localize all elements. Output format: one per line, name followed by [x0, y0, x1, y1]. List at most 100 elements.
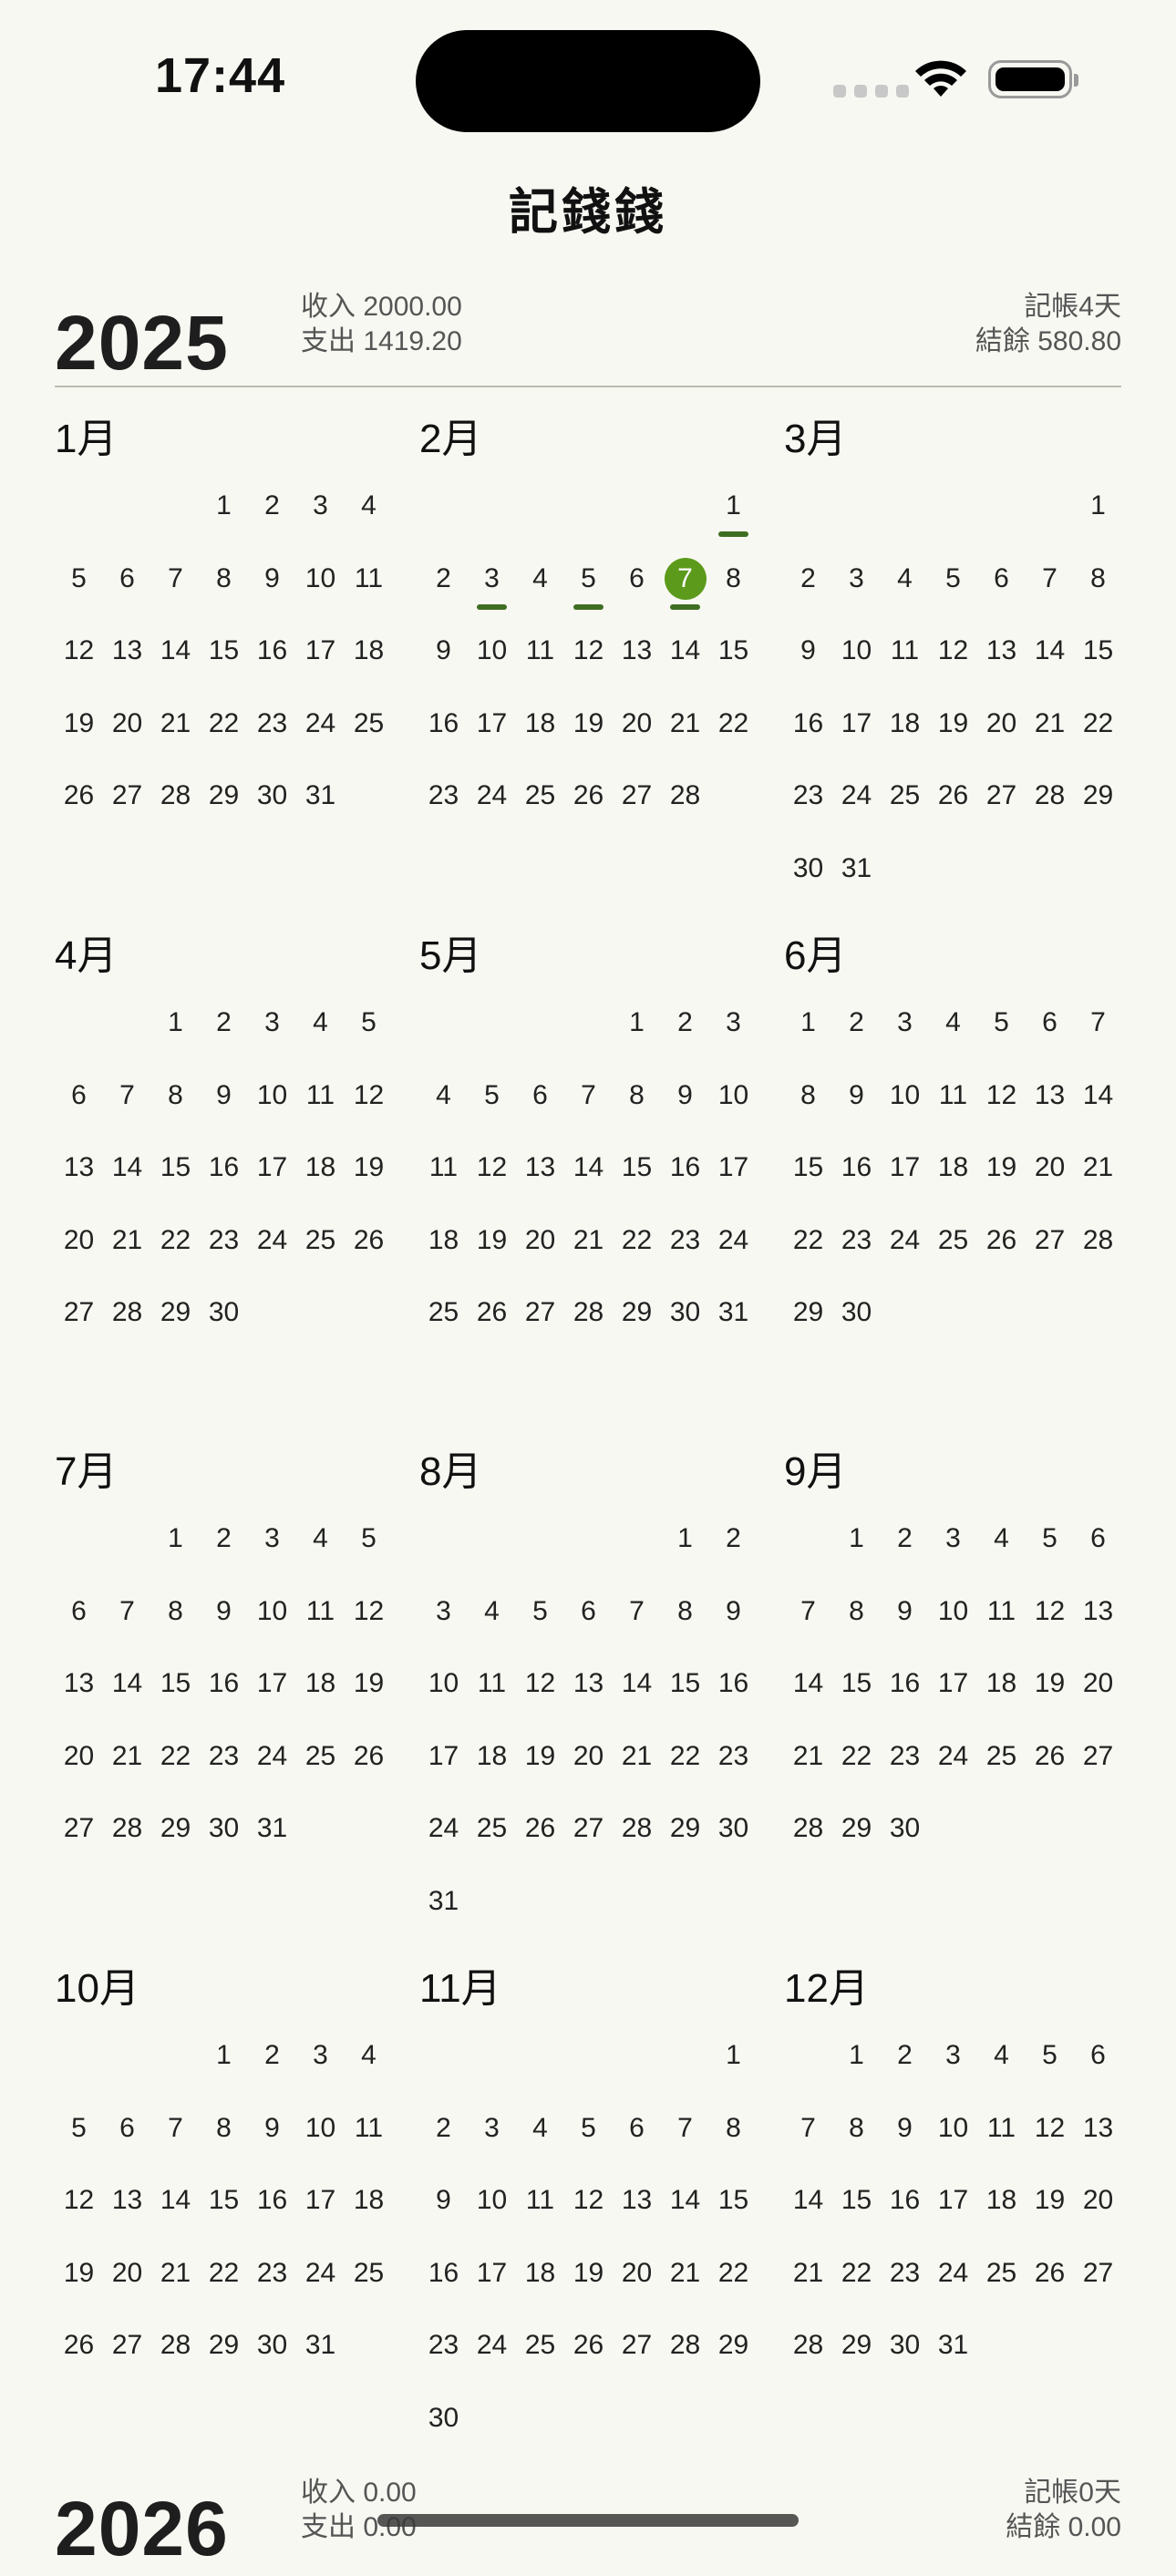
- day-cell[interactable]: 11: [881, 623, 929, 678]
- day-cell[interactable]: 20: [1074, 2173, 1122, 2228]
- day-cell[interactable]: 15: [832, 2173, 881, 2228]
- day-cell[interactable]: 14: [1074, 1068, 1122, 1123]
- day-cell[interactable]: 20: [1074, 1656, 1122, 1711]
- day-cell[interactable]: 8: [709, 2101, 758, 2156]
- day-cell[interactable]: 27: [613, 768, 661, 823]
- day-cell[interactable]: 29: [709, 2318, 758, 2373]
- day-cell[interactable]: 2: [784, 551, 832, 606]
- day-cell[interactable]: 17: [419, 1729, 468, 1784]
- day-cell[interactable]: 18: [929, 1140, 977, 1195]
- day-cell[interactable]: 7: [784, 1584, 832, 1639]
- day-cell[interactable]: 3: [248, 1511, 296, 1566]
- day-cell[interactable]: 22: [709, 696, 758, 751]
- day-cell[interactable]: 30: [248, 768, 296, 823]
- day-cell[interactable]: 2: [661, 995, 709, 1050]
- day-cell[interactable]: 28: [784, 1801, 832, 1856]
- day-cell[interactable]: 22: [200, 696, 248, 751]
- day-cell[interactable]: 14: [1026, 623, 1074, 678]
- day-cell[interactable]: 29: [200, 2318, 248, 2373]
- day-cell[interactable]: 9: [248, 2101, 296, 2156]
- day-cell[interactable]: 7: [613, 1584, 661, 1639]
- day-cell[interactable]: 14: [661, 2173, 709, 2228]
- day-cell[interactable]: 21: [784, 2246, 832, 2301]
- day-cell[interactable]: 3: [881, 995, 929, 1050]
- day-cell[interactable]: 10: [468, 2173, 516, 2228]
- day-cell[interactable]: 6: [103, 551, 151, 606]
- day-cell[interactable]: 20: [103, 696, 151, 751]
- day-cell[interactable]: 24: [248, 1729, 296, 1784]
- day-cell[interactable]: 6: [564, 1584, 613, 1639]
- day-cell[interactable]: 11: [296, 1068, 345, 1123]
- day-cell[interactable]: 23: [419, 768, 468, 823]
- day-cell[interactable]: 2: [881, 1511, 929, 1566]
- day-cell[interactable]: 6: [977, 551, 1026, 606]
- day-cell[interactable]: 8: [200, 551, 248, 606]
- day-cell[interactable]: 15: [709, 2173, 758, 2228]
- day-cell[interactable]: 5: [1026, 1511, 1074, 1566]
- day-cell[interactable]: 13: [613, 2173, 661, 2228]
- day-cell[interactable]: 25: [516, 2318, 564, 2373]
- day-cell[interactable]: 8: [832, 1584, 881, 1639]
- day-cell[interactable]: 11: [419, 1140, 468, 1195]
- day-cell[interactable]: 22: [1074, 696, 1122, 751]
- day-cell[interactable]: 11: [516, 2173, 564, 2228]
- day-cell[interactable]: 22: [832, 1729, 881, 1784]
- day-cell[interactable]: 28: [564, 1285, 613, 1340]
- day-cell[interactable]: 4: [419, 1068, 468, 1123]
- day-cell[interactable]: 1: [151, 1511, 200, 1566]
- day-cell[interactable]: 6: [55, 1068, 103, 1123]
- day-cell[interactable]: 16: [832, 1140, 881, 1195]
- day-cell[interactable]: 9: [784, 623, 832, 678]
- day-cell[interactable]: 21: [661, 2246, 709, 2301]
- day-cell[interactable]: 22: [709, 2246, 758, 2301]
- day-cell[interactable]: 27: [564, 1801, 613, 1856]
- day-cell[interactable]: 18: [881, 696, 929, 751]
- day-cell[interactable]: 2: [832, 995, 881, 1050]
- day-cell[interactable]: 23: [200, 1213, 248, 1268]
- day-cell[interactable]: 7: [661, 2101, 709, 2156]
- day-cell[interactable]: 18: [977, 2173, 1026, 2228]
- home-indicator[interactable]: [377, 2514, 799, 2527]
- day-cell[interactable]: 13: [1074, 2101, 1122, 2156]
- day-cell[interactable]: 10: [296, 2101, 345, 2156]
- day-cell[interactable]: 19: [55, 2246, 103, 2301]
- day-cell[interactable]: 12: [345, 1068, 393, 1123]
- day-cell[interactable]: 1: [200, 2028, 248, 2083]
- day-cell[interactable]: 16: [419, 2246, 468, 2301]
- day-cell[interactable]: 15: [200, 2173, 248, 2228]
- day-cell[interactable]: 12: [55, 2173, 103, 2228]
- day-cell[interactable]: 17: [296, 623, 345, 678]
- day-cell[interactable]: 4: [468, 1584, 516, 1639]
- day-cell[interactable]: 15: [200, 623, 248, 678]
- day-cell[interactable]: 14: [151, 2173, 200, 2228]
- day-cell[interactable]: 12: [564, 2173, 613, 2228]
- day-cell[interactable]: 7: [1074, 995, 1122, 1050]
- day-cell[interactable]: 14: [784, 2173, 832, 2228]
- day-cell[interactable]: 10: [468, 623, 516, 678]
- day-cell[interactable]: 12: [468, 1140, 516, 1195]
- day-cell[interactable]: 25: [296, 1213, 345, 1268]
- day-cell[interactable]: 28: [1074, 1213, 1122, 1268]
- day-cell[interactable]: 26: [345, 1213, 393, 1268]
- day-cell[interactable]: 23: [784, 768, 832, 823]
- day-cell[interactable]: 6: [55, 1584, 103, 1639]
- day-cell[interactable]: 26: [1026, 2246, 1074, 2301]
- day-cell[interactable]: 2: [419, 551, 468, 606]
- day-cell[interactable]: 15: [784, 1140, 832, 1195]
- day-cell[interactable]: 29: [151, 1801, 200, 1856]
- day-cell[interactable]: 22: [200, 2246, 248, 2301]
- day-cell[interactable]: 11: [468, 1656, 516, 1711]
- day-cell[interactable]: 11: [516, 623, 564, 678]
- day-cell[interactable]: 9: [881, 1584, 929, 1639]
- day-cell[interactable]: 31: [832, 841, 881, 896]
- day-cell[interactable]: 31: [296, 2318, 345, 2373]
- day-cell[interactable]: 19: [564, 2246, 613, 2301]
- day-cell[interactable]: 17: [709, 1140, 758, 1195]
- day-cell[interactable]: 24: [248, 1213, 296, 1268]
- day-cell[interactable]: 4: [345, 479, 393, 533]
- day-cell[interactable]: 14: [103, 1656, 151, 1711]
- day-cell[interactable]: 29: [1074, 768, 1122, 823]
- day-cell[interactable]: 2: [200, 995, 248, 1050]
- day-cell[interactable]: 14: [103, 1140, 151, 1195]
- day-cell[interactable]: 29: [832, 1801, 881, 1856]
